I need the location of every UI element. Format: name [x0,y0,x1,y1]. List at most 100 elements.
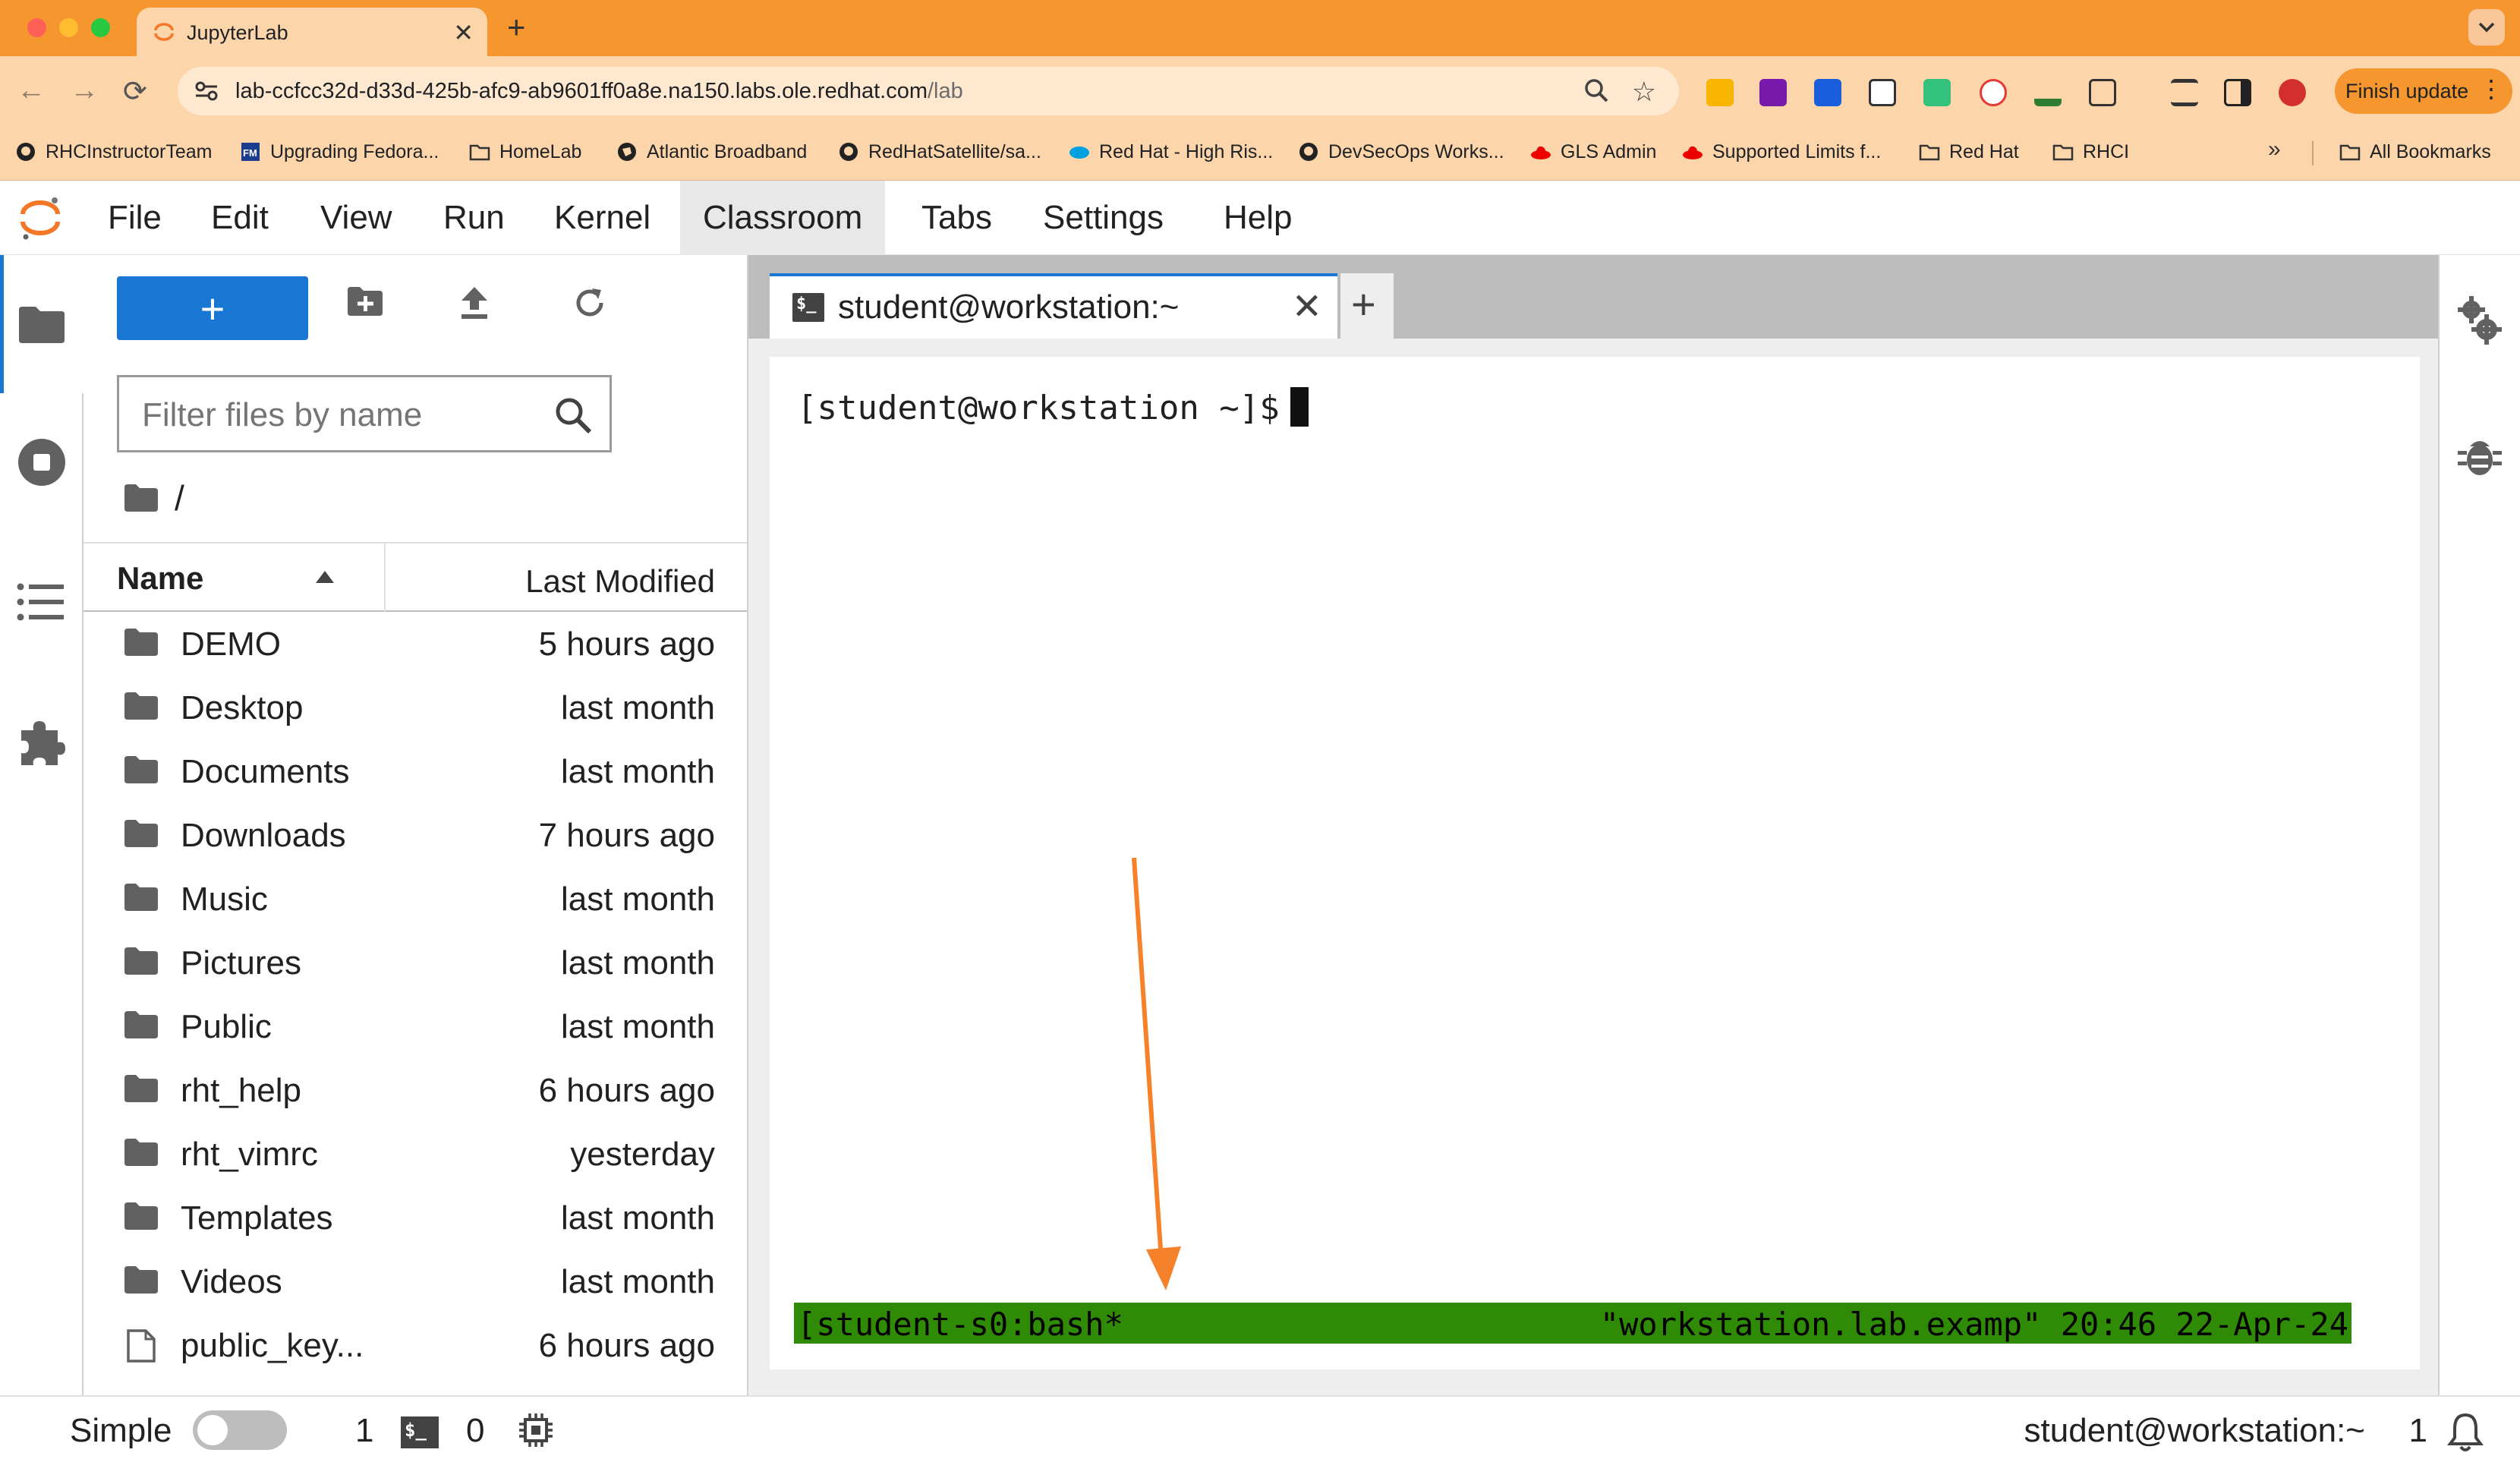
reload-icon[interactable]: ⟳ [123,74,147,109]
extensions-puzzle-icon[interactable] [2089,79,2116,106]
list-item[interactable]: rht_help 6 hours ago [83,1058,747,1122]
menu-file[interactable]: File [85,181,184,255]
bookmark-item[interactable]: RedHatSatellite/sa... [838,137,1041,167]
bookmark-item[interactable]: RHCI [2052,137,2129,167]
add-tab-button[interactable]: + [1340,273,1394,339]
window-maximize-button[interactable] [91,18,110,37]
notification-count[interactable]: 1 [2409,1412,2427,1450]
browser-tab-jupyterlab[interactable]: JupyterLab ✕ [137,8,487,56]
window-minimize-button[interactable] [59,18,78,37]
kebab-menu-icon[interactable]: ⋮ [2479,74,2503,103]
running-sessions-stop-icon[interactable] [17,437,67,487]
tab-search-button[interactable] [2468,9,2505,46]
column-header-last-modified[interactable]: Last Modified [525,563,715,600]
upload-icon[interactable] [458,285,490,320]
bookmark-item[interactable]: RHCInstructorTeam [15,137,213,167]
extension-manager-puzzle-icon[interactable] [17,717,67,767]
debugger-bug-icon[interactable] [2456,433,2503,480]
bookmarks-bar: RHCInstructorTeam FM Upgrading Fedora...… [0,126,2520,181]
address-bar[interactable]: lab-ccfcc32d-d33d-425b-afc9-ab9601ff0a8e… [178,67,1679,115]
back-arrow-icon[interactable]: ← [17,74,46,107]
list-item[interactable]: Pictures last month [83,931,747,994]
terminal-icon: $_ [792,293,824,322]
new-folder-icon[interactable] [346,285,384,317]
tab-terminal[interactable]: $_ student@workstation:~ ✕ [770,273,1337,339]
file-modified: 5 hours ago [538,626,715,663]
window-close-button[interactable] [27,18,46,37]
column-divider[interactable] [384,544,386,612]
fm-icon: FM [241,143,260,161]
sort-ascending-icon [316,571,334,583]
breadcrumb[interactable]: / [123,475,184,521]
file-browser-tab[interactable] [0,255,83,393]
forward-arrow-icon[interactable]: → [70,74,99,107]
close-icon[interactable]: ✕ [1292,285,1322,328]
list-item[interactable]: Public last month [83,994,747,1058]
file-name: Public [181,1008,272,1045]
column-header-name[interactable]: Name [117,560,203,597]
simple-mode-toggle[interactable] [193,1410,287,1450]
list-item[interactable]: DEMO 5 hours ago [83,612,747,676]
list-item[interactable]: Desktop last month [83,676,747,739]
bookmark-item[interactable]: FM Upgrading Fedora... [240,137,439,167]
list-item[interactable]: Videos last month [83,1249,747,1313]
terminal-icon[interactable]: $_ [401,1416,439,1448]
extension-keep-icon[interactable] [1706,79,1734,106]
bookmark-label: Upgrading Fedora... [270,140,439,162]
menu-tabs[interactable]: Tabs [899,181,1015,255]
terminal-count[interactable]: 1 [355,1412,373,1450]
kernel-count[interactable]: 0 [466,1412,484,1450]
bookmark-label: Supported Limits f... [1712,140,1882,162]
menu-view[interactable]: View [298,181,415,255]
profile-avatar-icon[interactable] [2279,79,2306,106]
list-item[interactable]: public_key... 6 hours ago [83,1313,747,1377]
all-bookmarks-button[interactable]: All Bookmarks [2339,137,2491,167]
bell-icon[interactable] [2444,1410,2487,1453]
all-bookmarks-label: All Bookmarks [2370,140,2491,162]
menu-edit[interactable]: Edit [188,181,291,255]
bookmark-item[interactable]: HomeLab [469,137,581,167]
bookmark-item[interactable]: Red Hat [1919,137,2019,167]
double-chevron-right-icon[interactable]: » [2268,137,2281,162]
table-of-contents-icon[interactable] [17,583,64,621]
filter-files-box[interactable] [117,375,612,452]
site-info-icon[interactable] [193,77,220,105]
bookmark-star-icon[interactable]: ☆ [1632,76,1656,108]
menu-settings[interactable]: Settings [1020,181,1186,255]
list-item[interactable]: Downloads 7 hours ago [83,803,747,867]
kernel-chip-icon[interactable] [518,1412,554,1448]
zoom-icon[interactable] [1583,77,1609,103]
bookmark-item[interactable]: Red Hat - High Ris... [1069,137,1273,167]
side-panel-icon[interactable] [2224,79,2251,106]
extension-bitwarden-icon[interactable] [1814,79,1841,106]
url-text[interactable]: lab-ccfcc32d-d33d-425b-afc9-ab9601ff0a8e… [235,79,963,104]
close-icon[interactable]: ✕ [453,18,474,47]
menu-run[interactable]: Run [421,181,528,255]
extension-qr-icon[interactable] [1869,79,1896,106]
finish-update-button[interactable]: Finish update ⋮ [2335,68,2512,114]
property-inspector-gears-icon[interactable] [2456,295,2503,348]
list-item[interactable]: Templates last month [83,1186,747,1249]
terminal-view[interactable]: [student@workstation ~]$ [student-s0:bas… [770,357,2420,1369]
menu-classroom[interactable]: Classroom [680,181,886,255]
filter-files-input[interactable] [142,394,537,436]
extension-onenote-icon[interactable] [1759,79,1787,106]
bookmark-item[interactable]: Atlantic Broadband [616,137,807,167]
reading-list-icon[interactable] [2171,79,2198,106]
breadcrumb-root[interactable]: / [175,477,184,518]
list-item[interactable]: rht_vimrc yesterday [83,1122,747,1186]
extension-blocker-icon[interactable] [1980,79,2007,106]
bookmark-item[interactable]: Supported Limits f... [1682,137,1881,167]
menu-help[interactable]: Help [1201,181,1315,255]
list-item[interactable]: Music last month [83,867,747,931]
refresh-icon[interactable] [572,285,607,320]
menu-kernel[interactable]: Kernel [531,181,673,255]
extension-feedly-icon[interactable] [2034,79,2062,106]
new-tab-plus-icon[interactable]: + [507,9,526,46]
new-launcher-button[interactable]: + [117,276,308,340]
extension-green-icon[interactable] [1923,79,1951,106]
list-item[interactable]: Documents last month [83,739,747,803]
bookmark-item[interactable]: DevSecOps Works... [1298,137,1504,167]
browser-tab-bar: JupyterLab ✕ + [0,0,2520,56]
bookmark-item[interactable]: GLS Admin [1530,137,1656,167]
